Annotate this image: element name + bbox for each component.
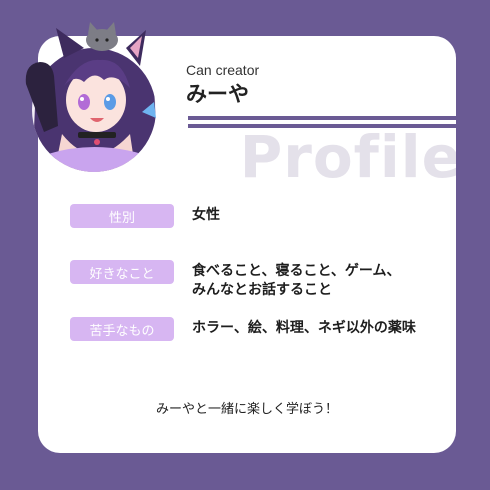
label-badge: 性別 (70, 204, 174, 228)
value-line: みんなとお話すること (192, 282, 332, 298)
row-value: 食べること、寝ること、ゲーム、 みんなとお話すること (192, 262, 400, 300)
closing-message: みーやと一緒に楽しく学ぼう！ (155, 402, 338, 417)
divider-bottom (188, 124, 456, 128)
subtitle: Can creator (186, 62, 260, 78)
profile-row-gender: 性別 女性 (70, 204, 220, 228)
divider-top (188, 116, 456, 120)
value-line: 女性 (192, 207, 220, 223)
profile-name: みーや (186, 82, 249, 106)
row-value: ホラー、絵、料理、ネギ以外の薬味 (192, 319, 416, 338)
label-badge: 好きなこと (70, 260, 174, 284)
label-badge: 苦手なもの (70, 317, 174, 341)
cat-icon (86, 22, 118, 51)
profile-watermark: Profile (239, 123, 456, 191)
row-value: 女性 (192, 206, 220, 225)
profile-row-dislikes: 苦手なもの ホラー、絵、料理、ネギ以外の薬味 (70, 317, 416, 341)
profile-row-likes: 好きなこと 食べること、寝ること、ゲーム、 みんなとお話すること (70, 260, 400, 300)
avatar (25, 22, 156, 172)
value-line: 食べること、寝ること、ゲーム、 (192, 263, 401, 279)
value-line: ホラー、絵、料理、ネギ以外の薬味 (192, 320, 416, 336)
